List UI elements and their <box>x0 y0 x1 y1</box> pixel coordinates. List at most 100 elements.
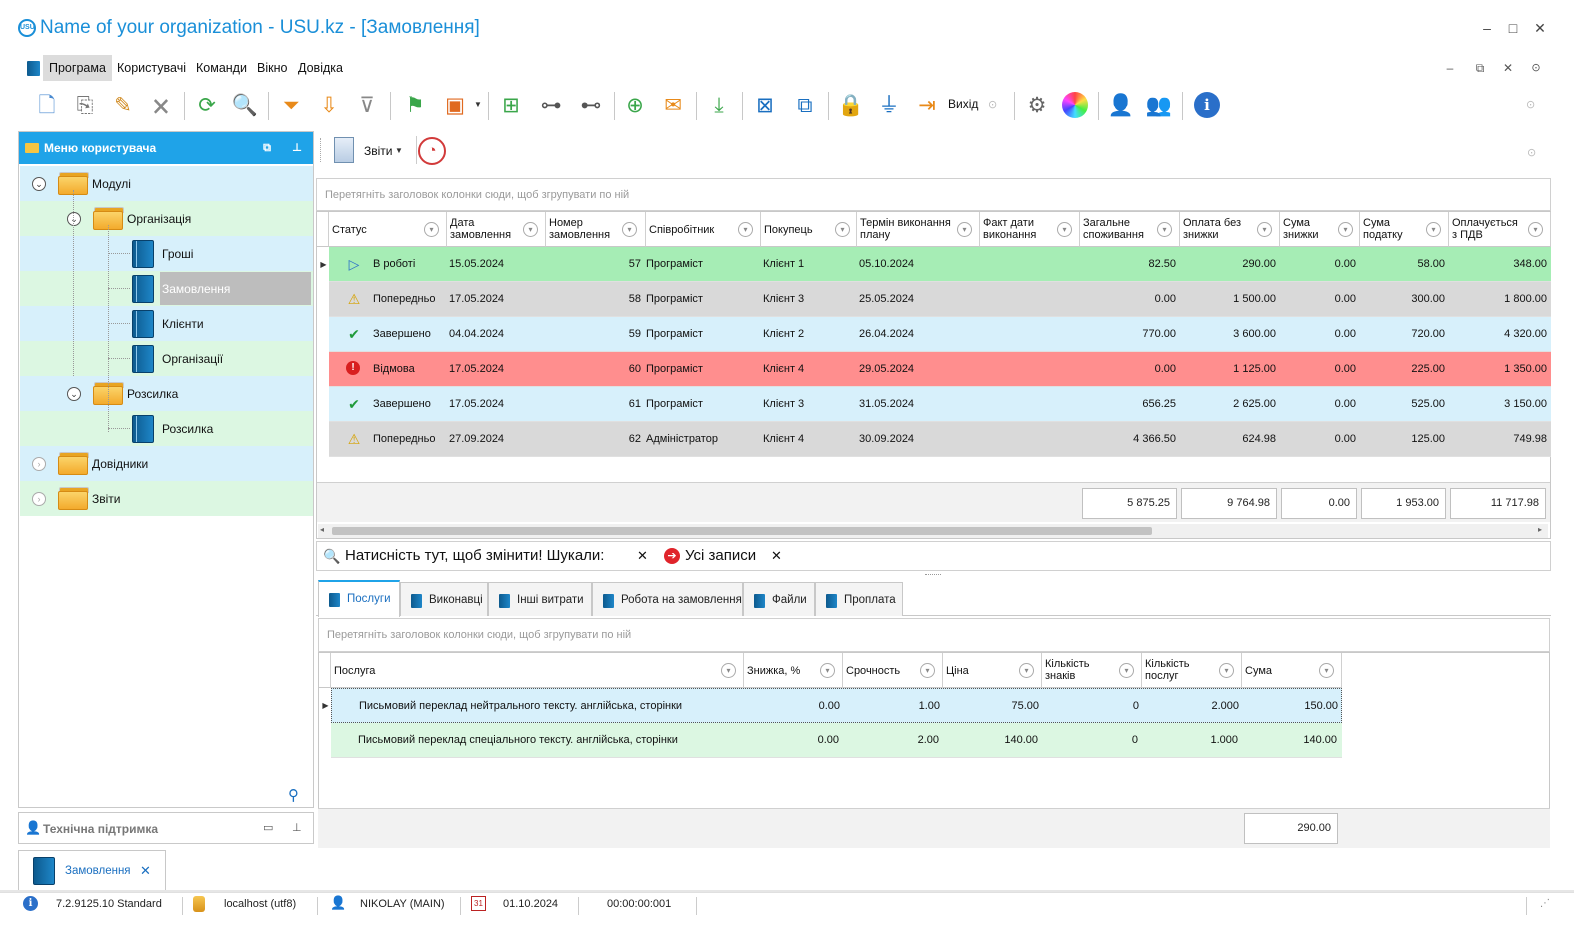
exit-more-icon[interactable]: ⊙ <box>988 98 997 111</box>
filter-add-icon[interactable]: ⇩ <box>312 88 346 122</box>
refresh-icon[interactable]: ⟳ <box>190 88 224 122</box>
col-services-count[interactable]: Кількість послуг ▾ <box>1142 653 1242 688</box>
expand-icon[interactable]: › <box>32 457 46 471</box>
col-order-date[interactable]: Дата замовлення ▾ <box>447 212 546 247</box>
filter-icon[interactable]: ▾ <box>1157 222 1172 237</box>
tree-search-icon[interactable]: ⚲ <box>288 786 299 804</box>
resize-grip-icon[interactable]: ⋰ <box>1540 898 1550 909</box>
clear-search-icon[interactable]: ✕ <box>637 548 648 564</box>
table-row[interactable]: ⚠ Попередньо 27.09.2024 62 Адміністратор… <box>329 422 1551 457</box>
filter-icon[interactable]: ▾ <box>1257 222 1272 237</box>
document-tab-orders[interactable]: Замовлення ✕ <box>18 850 166 890</box>
tab-performers[interactable]: Виконавці <box>400 582 488 616</box>
close-tab-icon[interactable]: ✕ <box>140 863 151 879</box>
search-icon[interactable]: 🔍 <box>228 88 262 122</box>
plug-icon[interactable]: ⏚ <box>872 88 906 122</box>
filter-icon[interactable]: ▾ <box>1319 663 1334 678</box>
clear-records-icon[interactable]: ✕ <box>771 548 782 564</box>
menu-commands[interactable]: Команди <box>190 55 253 81</box>
image-dropdown-icon[interactable]: ▼ <box>474 100 482 109</box>
menu-program[interactable]: Програма <box>43 55 112 81</box>
tree-item-modules[interactable]: ⌄ Модулі <box>20 166 313 201</box>
filter-icon[interactable]: ▾ <box>1219 663 1234 678</box>
splitter-grip[interactable] <box>925 574 941 576</box>
reports-more-icon[interactable]: ⊙ <box>1527 146 1536 159</box>
filter-icon[interactable]: ▾ <box>957 222 972 237</box>
color-palette-icon[interactable] <box>1058 88 1092 122</box>
table-row[interactable]: ⚠ Попередньо 17.05.2024 58 Програміст Кл… <box>329 282 1551 317</box>
records-filter-text[interactable]: Усі записи <box>685 547 756 564</box>
toolbar-more-icon[interactable]: ⊙ <box>1526 98 1535 111</box>
exit-icon[interactable]: ⇥ <box>910 88 944 122</box>
col-no-discount[interactable]: Оплата без знижки ▾ <box>1180 212 1280 247</box>
col-service[interactable]: Послуга ▾ <box>331 653 744 688</box>
tree-item-organization[interactable]: ⌄ Організація <box>20 201 313 236</box>
filter-icon[interactable]: ▾ <box>1119 663 1134 678</box>
tree-item-directories[interactable]: › Довідники <box>20 446 313 481</box>
lock-icon[interactable]: 🔒 <box>834 88 868 122</box>
flag-icon[interactable]: ⚑ <box>398 88 432 122</box>
col-client[interactable]: Покупець ▾ <box>761 212 857 247</box>
filter-icon[interactable]: ▾ <box>424 222 439 237</box>
report-icon[interactable] <box>334 137 354 163</box>
image-icon[interactable]: ▣ <box>438 88 472 122</box>
col-sum[interactable]: Сума ▾ <box>1242 653 1342 688</box>
close-window-icon[interactable]: ⊠ <box>748 88 782 122</box>
filter-icon[interactable]: ⏷ <box>274 88 308 122</box>
group-by-area[interactable]: Перетягніть заголовок колонки сюди, щоб … <box>318 618 1550 652</box>
filter-icon[interactable]: ▾ <box>1528 222 1543 237</box>
settings-icon[interactable]: ⚙ <box>1020 88 1054 122</box>
menu-window[interactable]: Вікно <box>251 55 293 81</box>
menu-users[interactable]: Користувачі <box>111 55 192 81</box>
scrollbar-thumb[interactable] <box>332 527 1152 535</box>
col-fact-date[interactable]: Факт дати виконання ▾ <box>980 212 1080 247</box>
table-row[interactable]: ✔ Завершено 04.04.2024 59 Програміст Клі… <box>329 317 1551 352</box>
minimize-button[interactable]: – <box>1474 18 1500 38</box>
tree-up-icon[interactable]: ⊷ <box>574 88 608 122</box>
reports-dropdown[interactable]: Звіти <box>364 144 393 158</box>
user-icon[interactable]: 👤 <box>1104 88 1138 122</box>
filter-icon[interactable]: ▾ <box>920 663 935 678</box>
scroll-right-icon[interactable]: ▸ <box>1538 525 1542 534</box>
filter-clear-icon[interactable]: ⊽ <box>350 88 384 122</box>
info-icon[interactable]: i <box>1190 88 1224 122</box>
scroll-left-icon[interactable]: ◂ <box>320 525 324 534</box>
col-with-vat[interactable]: Оплачується з ПДВ ▾ <box>1449 212 1551 247</box>
tree-item-money[interactable]: Гроші <box>20 236 313 271</box>
users-group-icon[interactable]: 👥 <box>1142 88 1176 122</box>
close-button[interactable]: ✕ <box>1527 18 1553 38</box>
tree-item-mailing-folder[interactable]: ⌄ Розсилка <box>20 376 313 411</box>
tech-support-panel[interactable]: 👤 Технічна підтримка ▭ ⊥ <box>18 812 314 844</box>
copy-record-icon[interactable]: ⎘ <box>68 88 102 122</box>
collapse-icon[interactable]: ⌄ <box>67 212 81 226</box>
col-urgency[interactable]: Срочность ▾ <box>843 653 943 688</box>
tab-services[interactable]: Послуги <box>318 580 400 617</box>
close-all-windows-icon[interactable]: ⧉ <box>788 88 822 122</box>
edit-record-icon[interactable]: ✎ <box>106 88 140 122</box>
filter-icon[interactable]: ▾ <box>1338 222 1353 237</box>
exit-label[interactable]: Вихід <box>948 97 978 111</box>
filter-icon[interactable]: ▾ <box>1057 222 1072 237</box>
tab-order-work[interactable]: Робота на замовлення <box>592 582 743 616</box>
filter-icon[interactable]: ▾ <box>1019 663 1034 678</box>
col-plan-date[interactable]: Термін виконання плану ▾ <box>857 212 980 247</box>
col-consumption[interactable]: Загальне споживання ▾ <box>1080 212 1180 247</box>
filter-icon[interactable]: ▾ <box>721 663 736 678</box>
delete-record-icon[interactable]: 🗙 <box>144 88 178 122</box>
tree-item-clients[interactable]: Клієнти <box>20 306 313 341</box>
group-by-area[interactable]: Перетягніть заголовок колонки сюди, щоб … <box>316 178 1551 211</box>
pin-icon[interactable]: ⊥ <box>289 140 305 156</box>
filter-icon[interactable]: ▾ <box>738 222 753 237</box>
clock-icon[interactable]: ◔ <box>418 137 446 165</box>
tab-other-expenses[interactable]: Інші витрати <box>488 582 592 616</box>
col-discount[interactable]: Сума знижки ▾ <box>1280 212 1360 247</box>
table-row[interactable]: Письмовий переклад спеціального тексту. … <box>331 723 1342 758</box>
table-row[interactable]: ! Відмова 17.05.2024 60 Програміст Клієн… <box>329 352 1551 387</box>
tree-item-orders[interactable]: Замовлення <box>20 271 313 306</box>
col-status[interactable]: Статус ▾ <box>329 212 447 247</box>
table-row[interactable]: ▷ В роботі 15.05.2024 57 Програміст Кліє… <box>329 247 1551 282</box>
expand-all-icon[interactable]: ⊞ <box>494 88 528 122</box>
tab-files[interactable]: Файли <box>743 582 815 616</box>
notes-icon[interactable]: ✉ <box>656 88 690 122</box>
tab-payment[interactable]: Проплата <box>815 582 903 616</box>
